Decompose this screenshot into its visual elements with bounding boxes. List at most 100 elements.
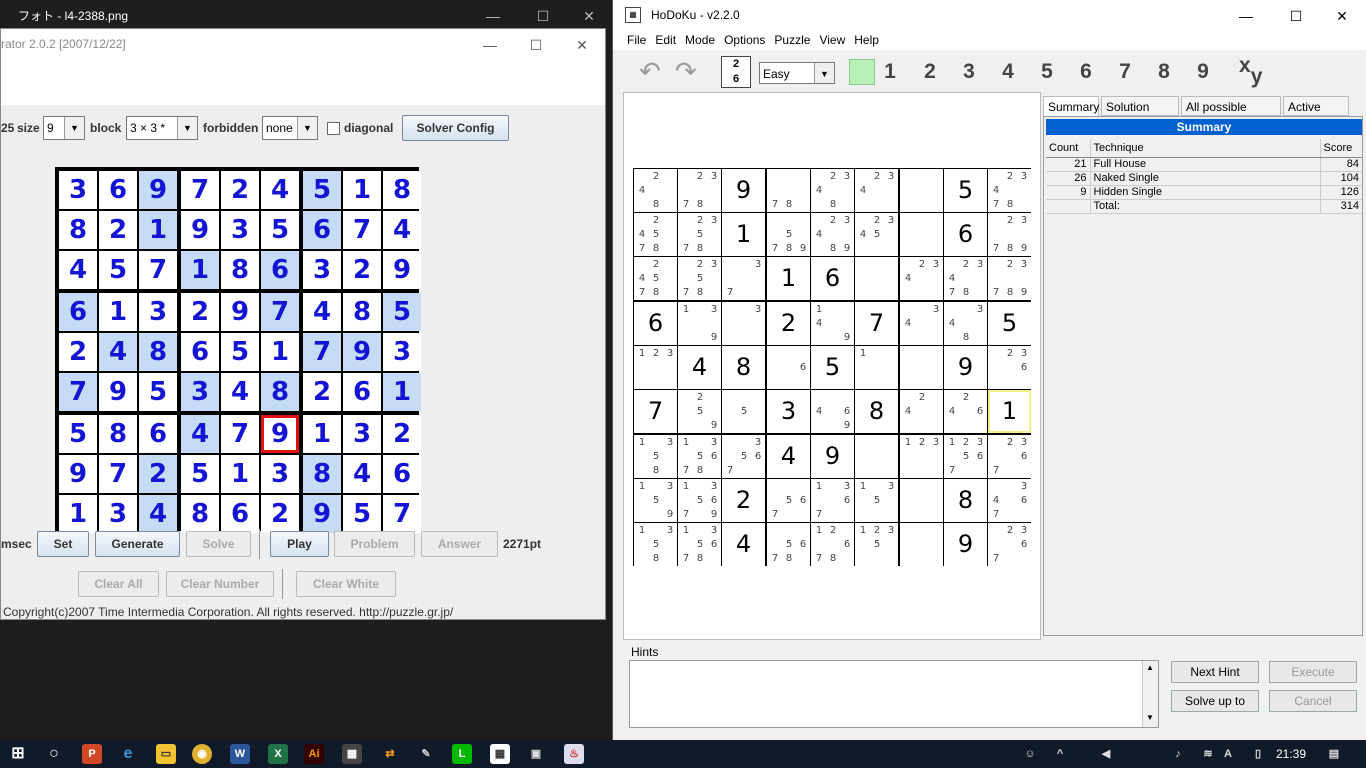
- grid-cell[interactable]: 3: [303, 251, 341, 289]
- table-row[interactable]: 21 Full House 84: [1046, 157, 1362, 172]
- number-filter-1-button[interactable]: 1: [875, 60, 905, 84]
- board-cell[interactable]: 24578: [634, 257, 677, 300]
- edge-icon[interactable]: e: [118, 744, 138, 764]
- grid-cell[interactable]: 1: [139, 211, 177, 249]
- tab-active-cell[interactable]: Active Cell: [1283, 96, 1349, 134]
- board-cell[interactable]: 9: [722, 169, 765, 212]
- grid-cell[interactable]: 3: [59, 171, 97, 209]
- play-button[interactable]: Play: [270, 531, 329, 557]
- grid-cell[interactable]: 2: [99, 211, 137, 249]
- grid-cell[interactable]: 1: [261, 333, 299, 371]
- menu-item-puzzle[interactable]: Puzzle: [774, 33, 810, 47]
- grid-cell[interactable]: 4: [261, 171, 299, 209]
- grid-cell[interactable]: 5: [343, 495, 381, 533]
- board-cell[interactable]: [900, 213, 943, 256]
- board-cell[interactable]: 8: [722, 346, 765, 389]
- board-cell[interactable]: 3 4 6 7: [988, 479, 1031, 522]
- board-cell[interactable]: 6: [944, 213, 987, 256]
- wifi-icon[interactable]: ≋: [1198, 744, 1218, 764]
- grid-cell[interactable]: 1: [181, 251, 219, 289]
- board-cell[interactable]: 24: [900, 390, 943, 433]
- grid-cell[interactable]: 6: [343, 373, 381, 411]
- number-filter-7-button[interactable]: 7: [1110, 60, 1140, 84]
- redo-icon[interactable]: ↷: [675, 56, 697, 87]
- forbidden-select[interactable]: none ▼: [262, 116, 318, 140]
- board-cell[interactable]: 9: [944, 346, 987, 389]
- grid-cell[interactable]: 9: [343, 333, 381, 371]
- board-cell[interactable]: 126 78: [811, 523, 854, 566]
- number-filter-4-button[interactable]: 4: [993, 60, 1023, 84]
- board-cell[interactable]: 1235: [855, 523, 898, 566]
- grid-cell[interactable]: 5: [139, 373, 177, 411]
- board-cell[interactable]: 23 4: [900, 257, 943, 300]
- grid-cell[interactable]: 2: [383, 415, 421, 453]
- board-cell[interactable]: 8: [855, 390, 898, 433]
- grid-cell[interactable]: 7: [139, 251, 177, 289]
- grid-cell[interactable]: 9: [139, 171, 177, 209]
- grid-cell[interactable]: 7: [343, 211, 381, 249]
- grid-cell[interactable]: 5: [59, 415, 97, 453]
- grid-cell[interactable]: 3: [99, 495, 137, 533]
- grid-cell[interactable]: 1: [343, 171, 381, 209]
- grid-cell[interactable]: 2: [59, 333, 97, 371]
- grid-cell[interactable]: 4: [383, 211, 421, 249]
- board-cell[interactable]: 78: [767, 169, 810, 212]
- grid-cell[interactable]: 1: [59, 495, 97, 533]
- board-cell[interactable]: 24578: [634, 213, 677, 256]
- board-cell[interactable]: 1 4 9: [811, 302, 854, 345]
- menu-item-options[interactable]: Options: [724, 33, 765, 47]
- board-cell[interactable]: 7: [634, 390, 677, 433]
- grid-cell[interactable]: 4: [343, 455, 381, 493]
- board-cell[interactable]: 23578: [678, 213, 721, 256]
- maximize-icon[interactable]: ☐: [1273, 0, 1319, 32]
- grid-cell[interactable]: 6: [181, 333, 219, 371]
- grid-cell[interactable]: 3: [261, 455, 299, 493]
- block-select[interactable]: 3 × 3 * ▼: [126, 116, 198, 140]
- board-cell[interactable]: 23 45: [855, 213, 898, 256]
- grid-cell[interactable]: 5: [181, 455, 219, 493]
- diagonal-checkbox[interactable]: [327, 122, 340, 135]
- grid-cell[interactable]: 4: [59, 251, 97, 289]
- number-filter-2-button[interactable]: 2: [915, 60, 945, 84]
- illustrator-icon[interactable]: Ai: [304, 744, 324, 764]
- grid-cell[interactable]: 6: [139, 415, 177, 453]
- grid-cell[interactable]: 7: [261, 293, 299, 331]
- grid-cell[interactable]: 7: [303, 333, 341, 371]
- grid-cell[interactable]: 8: [343, 293, 381, 331]
- table-row[interactable]: 26 Naked Single 104: [1046, 171, 1362, 186]
- board-cell[interactable]: 1 3 9: [678, 302, 721, 345]
- board-cell[interactable]: [900, 523, 943, 566]
- board-cell[interactable]: 23 489: [811, 213, 854, 256]
- grid-cell[interactable]: 1: [99, 293, 137, 331]
- volume-icon[interactable]: ◀: [1096, 744, 1116, 764]
- grid-cell[interactable]: 3: [343, 415, 381, 453]
- speaker-icon[interactable]: ♪: [1168, 744, 1188, 764]
- generate-button[interactable]: Generate: [95, 531, 180, 557]
- grid-cell[interactable]: 8: [139, 333, 177, 371]
- board-cell[interactable]: 4 6 9: [811, 390, 854, 433]
- powerpoint-icon[interactable]: P: [82, 744, 102, 764]
- board-cell[interactable]: 1: [722, 213, 765, 256]
- board-cell[interactable]: 9: [811, 435, 854, 478]
- board-cell[interactable]: 2: [722, 479, 765, 522]
- grid-cell[interactable]: 6: [261, 251, 299, 289]
- board-cell[interactable]: 56 7: [767, 479, 810, 522]
- grid-cell[interactable]: 2: [261, 495, 299, 533]
- grid-cell[interactable]: 2: [343, 251, 381, 289]
- table-row[interactable]: 9 Hidden Single 126: [1046, 185, 1362, 200]
- board-cell[interactable]: 5: [722, 390, 765, 433]
- file-explorer-icon[interactable]: ▭: [156, 744, 176, 764]
- menu-item-file[interactable]: File: [627, 33, 646, 47]
- board-cell[interactable]: 1 359: [634, 479, 677, 522]
- grid-cell[interactable]: 4: [303, 293, 341, 331]
- board-cell[interactable]: 1: [767, 257, 810, 300]
- board-cell[interactable]: 1 35: [855, 479, 898, 522]
- grid-cell[interactable]: 8: [261, 373, 299, 411]
- board-cell[interactable]: 3 48: [944, 302, 987, 345]
- hints-text-area[interactable]: ▲ ▼: [629, 660, 1159, 728]
- people-icon[interactable]: ☺: [1020, 744, 1040, 764]
- grid-cell[interactable]: 7: [383, 495, 421, 533]
- grid-cell[interactable]: 7: [99, 455, 137, 493]
- board-cell[interactable]: 9: [944, 523, 987, 566]
- chrome-icon[interactable]: ◉: [192, 744, 212, 764]
